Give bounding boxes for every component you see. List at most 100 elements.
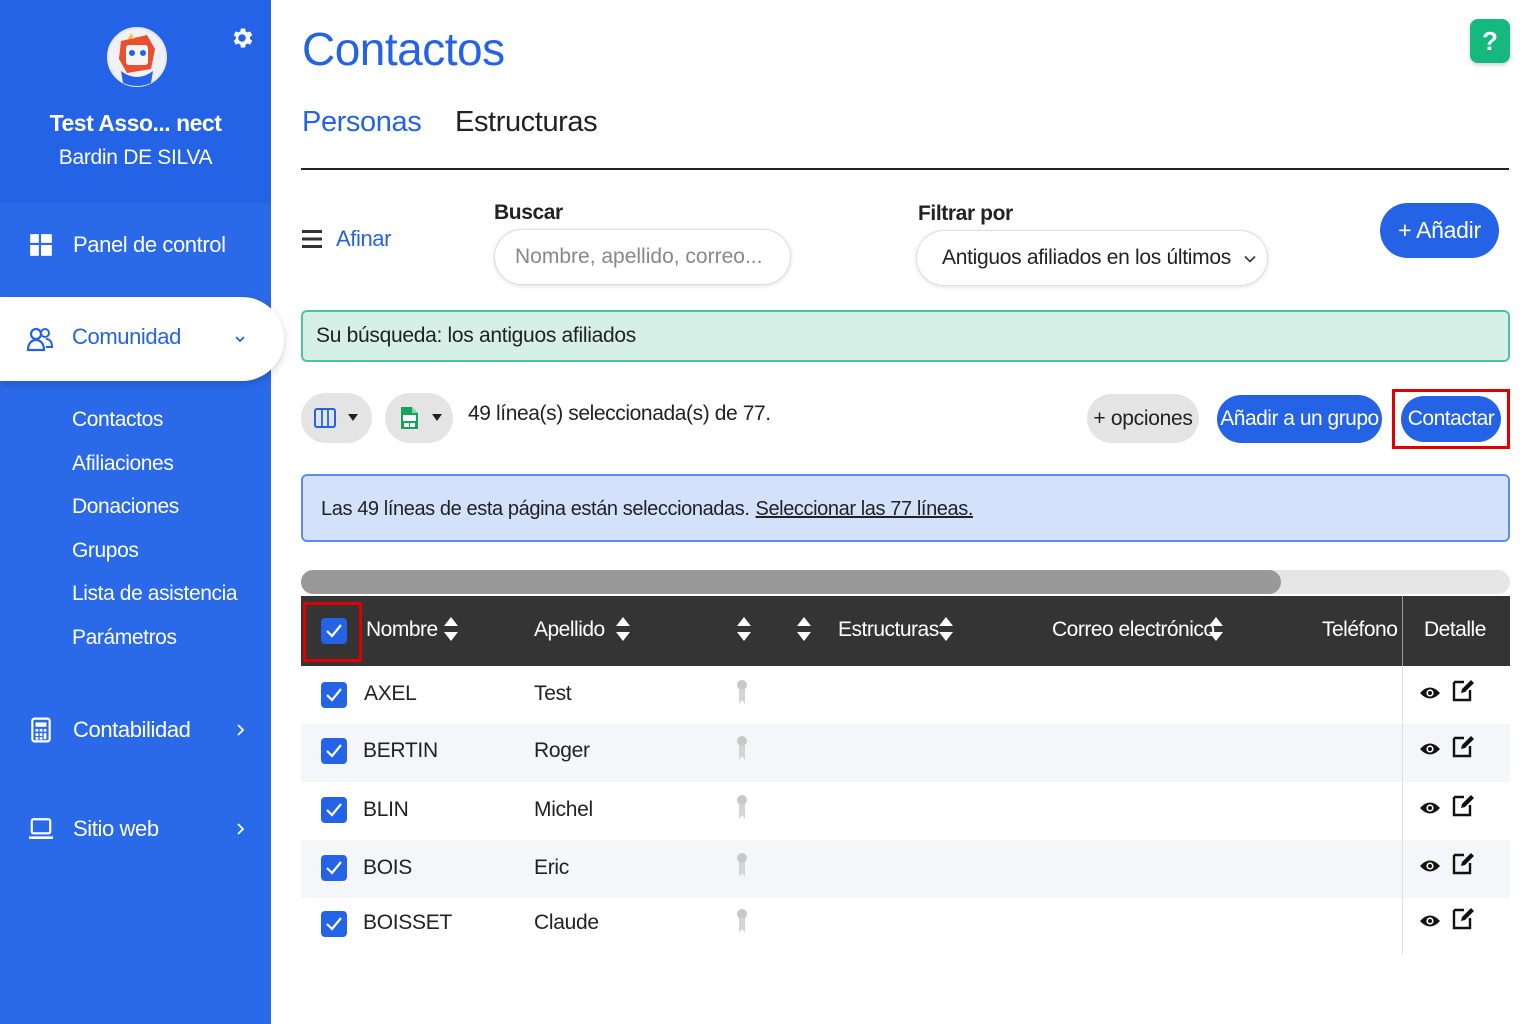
cell-apellido: Eric [534, 856, 569, 879]
sort-icon[interactable] [796, 616, 812, 642]
chevron-down-icon [235, 336, 245, 343]
tabs-divider [301, 168, 1509, 170]
edit-icon[interactable] [1452, 734, 1474, 758]
eye-icon[interactable] [1419, 685, 1441, 701]
column-header-apellido[interactable]: Apellido [534, 618, 605, 642]
submenu-grupos[interactable]: Grupos [72, 539, 139, 563]
ribbon-badge-icon [737, 909, 747, 933]
user-name: Bardin DE SILVA [58, 146, 213, 169]
tab-personas[interactable]: Personas [302, 106, 422, 139]
sort-icon[interactable] [443, 616, 459, 642]
gear-icon[interactable] [229, 24, 255, 52]
sort-icon[interactable] [736, 616, 752, 642]
cell-nombre: BOISSET [363, 911, 452, 934]
column-divider [1402, 666, 1403, 724]
refine-label: Afinar [336, 226, 392, 251]
chevron-down-icon [1244, 255, 1256, 263]
nav-accounting[interactable]: Contabilidad [0, 705, 271, 755]
eye-icon[interactable] [1419, 800, 1441, 816]
page-title: Contactos [302, 23, 505, 75]
column-header-estructuras[interactable]: Estructuras [838, 618, 939, 642]
contact-button[interactable]: Contactar [1401, 396, 1501, 442]
column-divider [1402, 898, 1403, 954]
search-summary-alert: Su búsqueda: los antiguos afiliados [301, 310, 1510, 362]
chevron-right-icon [237, 823, 245, 835]
nav-website[interactable]: Sitio web [0, 804, 271, 854]
submenu-donaciones[interactable]: Donaciones [72, 495, 179, 519]
help-button[interactable]: ? [1470, 19, 1510, 63]
column-header-detalle: Detalle [1424, 618, 1486, 641]
csv-export-button[interactable] [385, 393, 453, 443]
horizontal-scrollbar[interactable] [301, 570, 1510, 594]
edit-icon[interactable] [1452, 906, 1474, 930]
row-checkbox[interactable] [321, 682, 347, 708]
table-row: AXEL Test [301, 666, 1510, 724]
eye-icon[interactable] [1419, 913, 1441, 929]
nav-accounting-label: Contabilidad [73, 717, 191, 742]
nav-community-label: Comunidad [72, 324, 181, 349]
menu-icon [302, 230, 322, 248]
row-checkbox[interactable] [321, 911, 347, 937]
column-header-nombre[interactable]: Nombre [366, 618, 438, 642]
columns-icon [314, 408, 336, 428]
cell-nombre: AXEL [364, 682, 417, 705]
scrollbar-thumb[interactable] [301, 570, 1281, 594]
edit-icon[interactable] [1452, 678, 1474, 702]
add-to-group-button[interactable]: Añadir a un grupo [1217, 395, 1382, 443]
cell-nombre: BLIN [363, 798, 409, 821]
edit-icon[interactable] [1452, 851, 1474, 875]
tab-estructuras[interactable]: Estructuras [455, 106, 598, 139]
search-label: Buscar [494, 201, 563, 224]
eye-icon[interactable] [1419, 741, 1441, 757]
dashboard-icon [30, 234, 52, 256]
chevron-right-icon [237, 724, 245, 736]
selection-notice-text: Las 49 líneas de esta página están selec… [321, 498, 750, 520]
column-header-correo[interactable]: Correo electrónico [1052, 618, 1215, 642]
column-divider [1402, 782, 1403, 840]
refine-button[interactable]: Afinar [302, 226, 391, 252]
submenu-lista-asistencia[interactable]: Lista de asistencia [72, 582, 238, 606]
edit-icon[interactable] [1452, 793, 1474, 817]
columns-toggle-button[interactable] [301, 393, 372, 443]
nav-dashboard[interactable]: Panel de control [0, 220, 271, 270]
ribbon-badge-icon [737, 853, 747, 877]
filter-select[interactable]: Antiguos afiliados en los últimos 31 d [916, 230, 1268, 286]
laptop-icon [29, 818, 53, 839]
search-input[interactable] [494, 229, 791, 285]
search-summary-text: Su búsqueda: los antiguos afiliados [316, 324, 636, 347]
cell-apellido: Roger [534, 739, 590, 762]
table-row: BLIN Michel [301, 782, 1510, 840]
sort-icon[interactable] [938, 616, 954, 642]
row-checkbox[interactable] [321, 797, 347, 823]
add-button[interactable]: + Añadir [1380, 203, 1499, 258]
selection-count: 49 línea(s) seleccionada(s) de 77. [468, 402, 771, 425]
select-all-checkbox[interactable] [321, 618, 347, 644]
ribbon-badge-icon [737, 795, 747, 819]
eye-icon[interactable] [1419, 858, 1441, 874]
column-header-telefono[interactable]: Teléfono [1322, 618, 1398, 642]
submenu-contactos[interactable]: Contactos [72, 408, 163, 432]
profile-panel: Test Asso... nect Bardin DE SILVA [0, 0, 271, 203]
filter-selected-value: Antiguos afiliados en los últimos 31 d [942, 246, 1232, 269]
caret-down-icon [432, 414, 442, 421]
nav-website-label: Sitio web [73, 816, 159, 841]
nav-dashboard-label: Panel de control [73, 232, 226, 257]
submenu-parametros[interactable]: Parámetros [72, 626, 177, 650]
row-checkbox[interactable] [321, 855, 347, 881]
organization-name: Test Asso... nect [49, 110, 222, 136]
ribbon-badge-icon [737, 680, 747, 704]
submenu-afiliaciones[interactable]: Afiliaciones [72, 452, 174, 476]
nav-community[interactable]: Comunidad [0, 297, 284, 381]
table-row: BERTIN Roger [301, 724, 1510, 782]
cell-apellido: Test [534, 682, 572, 705]
ribbon-badge-icon [737, 736, 747, 760]
csv-file-icon [401, 407, 418, 429]
calculator-icon [31, 717, 51, 743]
row-checkbox[interactable] [321, 738, 347, 764]
cell-apellido: Claude [534, 911, 599, 934]
sort-icon[interactable] [615, 616, 631, 642]
sort-icon[interactable] [1208, 616, 1224, 642]
avatar[interactable] [107, 19, 167, 95]
more-options-button[interactable]: + opciones [1087, 394, 1199, 443]
select-all-link[interactable]: Seleccionar las 77 líneas. [756, 498, 974, 520]
